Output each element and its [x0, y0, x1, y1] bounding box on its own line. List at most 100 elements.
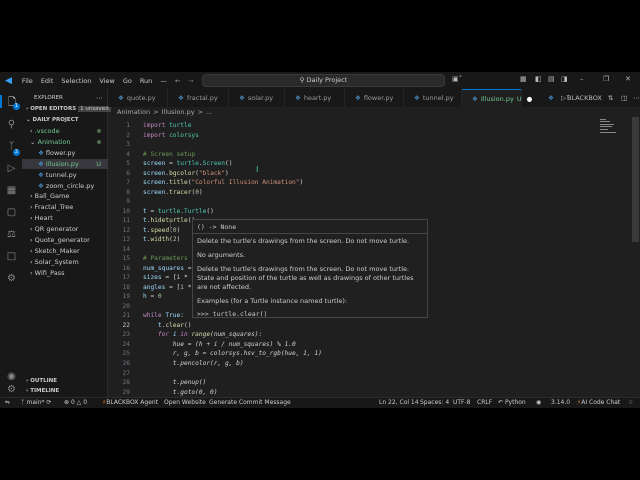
explorer-icon[interactable]: 🗋 1	[0, 95, 22, 110]
timeline-section[interactable]: › TIMELINE	[26, 386, 112, 396]
tree-folder[interactable]: ⌄ Animation	[22, 137, 108, 147]
python-version[interactable]: 3.14.0	[551, 398, 570, 408]
tab-quote[interactable]: ❖ quote.py	[108, 89, 168, 107]
tree-label: QR generator	[34, 225, 79, 234]
tree-folder[interactable]: › Quote_generator	[22, 235, 108, 245]
daily-project-section[interactable]: ⌄ DAILY PROJECT	[26, 115, 112, 125]
code-line: r, g, b = colorsys.hsv_to_rgb(hue, 1, 1)	[143, 350, 322, 357]
breadcrumb-item[interactable]: Illusion.py	[162, 108, 195, 116]
hover-desc: are not affected.	[197, 283, 252, 291]
run-debug-icon[interactable]: ▷	[5, 163, 18, 176]
open-website-button[interactable]: Open Website	[164, 398, 206, 408]
tab-fractal[interactable]: ❖ fractal.py	[168, 89, 229, 107]
code-token: import	[143, 122, 170, 129]
breadcrumb-item[interactable]: Animation	[117, 108, 150, 116]
editor-scrollbar[interactable]	[632, 117, 639, 242]
chat-icon[interactable]: □	[5, 251, 18, 264]
code-token: colorsys	[169, 131, 199, 139]
minimap[interactable]	[600, 117, 620, 137]
minimize-icon[interactable]: –	[580, 75, 584, 83]
code-token: num_squares	[143, 264, 184, 272]
menu-item[interactable]: Edit	[37, 77, 58, 85]
code-token: ()	[184, 321, 192, 329]
generate-commit-button[interactable]: Generate Commit Message	[209, 398, 291, 408]
code-token: )	[176, 226, 181, 234]
tree-folder[interactable]: › Solar_System	[22, 257, 108, 267]
blackbox-button[interactable]: BLACKBOX	[567, 94, 602, 102]
tab-illusion[interactable]: ❖ Illusion.py U ●	[462, 89, 532, 107]
code-token: width	[150, 236, 170, 244]
tree-folder[interactable]: › .vscode	[22, 126, 108, 136]
menu-item[interactable]: Run	[136, 77, 156, 85]
tree-folder[interactable]: › QR generator	[22, 224, 108, 234]
back-icon[interactable]: ←	[175, 77, 180, 85]
open-editors-section[interactable]: › OPEN EDITORS 1 unsaved	[26, 104, 112, 114]
search-icon[interactable]: ⚲	[5, 119, 18, 132]
source-control-icon[interactable]: ᛉ2	[5, 141, 20, 156]
code-token: screen	[143, 188, 166, 196]
remote-icon[interactable]: ⇋	[5, 398, 10, 408]
command-center-search[interactable]: ⚲ Daily Project	[202, 74, 445, 87]
language-mode[interactable]: ↶ Python	[498, 398, 526, 408]
tree-label: Heart	[34, 214, 53, 223]
tree-folder[interactable]: › Ball_Game	[22, 191, 108, 201]
python-env-icon[interactable]: ◉	[536, 398, 541, 408]
close-icon[interactable]: ✕	[625, 75, 631, 83]
tree-file[interactable]: ❖ zoom_circle.py	[22, 181, 108, 191]
tab-flower[interactable]: ❖ flower.py	[345, 89, 404, 107]
forward-icon[interactable]: →	[188, 77, 193, 85]
restore-icon[interactable]: ❐	[603, 75, 609, 83]
hover-summary: Delete the turtle's drawings from the sc…	[197, 237, 410, 245]
menu-item[interactable]: —	[156, 77, 171, 85]
tab-solar[interactable]: ❖ solar.py	[229, 89, 285, 107]
line-ending[interactable]: CRLF	[477, 398, 492, 408]
outline-section[interactable]: › OUTLINE	[26, 376, 112, 386]
menu-item[interactable]: Selection	[57, 77, 95, 85]
branch-button[interactable]: ᛉ main* ⟳	[21, 398, 51, 408]
tree-file[interactable]: ❖ flower.py	[22, 148, 108, 158]
unsaved-dot-icon[interactable]: ●	[527, 95, 533, 103]
tree-folder[interactable]: › Heart	[22, 213, 108, 223]
code-line: t.pencolor(r, g, b)	[143, 360, 244, 367]
menu-item[interactable]: View	[95, 77, 118, 85]
tree-label: Ball_Game	[34, 192, 70, 201]
problems-button[interactable]: ⊗ 0 △ 0	[64, 398, 87, 408]
settings-gear-icon[interactable]: ⚙	[5, 384, 18, 397]
remote-explorer-icon[interactable]: ▢	[5, 207, 18, 220]
split-editor-icon[interactable]: ◫	[621, 94, 627, 102]
tree-folder[interactable]: › Wifi_Pass	[22, 268, 108, 278]
breadcrumb-item[interactable]: ...	[206, 108, 212, 116]
python-file-icon: ❖	[178, 94, 184, 102]
more-actions-icon[interactable]: ⋯	[633, 94, 640, 102]
account-icon[interactable]: ◉	[5, 371, 18, 384]
toggle-panel-icon[interactable]: ▤	[548, 75, 555, 83]
blackbox-agent-button[interactable]: ⚡BLACKBOX Agent	[102, 398, 158, 408]
tab-tunnel[interactable]: ❖ tunnel.py	[404, 89, 462, 107]
cursor-position[interactable]: Ln 22, Col 14	[379, 398, 419, 408]
compare-icon[interactable]: ⇅	[608, 94, 613, 102]
tree-file[interactable]: ❖ tunnel.py	[22, 170, 108, 180]
encoding[interactable]: UTF-8	[453, 398, 471, 408]
notifications-bell-icon[interactable]: ♢	[628, 398, 633, 408]
tree-label: tunnel.py	[45, 170, 77, 179]
layout-icon[interactable]: ▦	[520, 75, 527, 83]
tab-heart[interactable]: ❖ heart.py	[285, 89, 345, 107]
menu-item[interactable]: Go	[119, 77, 136, 85]
extensions-icon[interactable]: ▦	[5, 185, 18, 198]
menu-item[interactable]: File	[18, 77, 37, 85]
tree-folder[interactable]: › Fractal_Tree	[22, 202, 108, 212]
ai-code-chat-button[interactable]: ⚡AI Code Chat	[577, 398, 620, 408]
breadcrumb-separator: >	[197, 108, 204, 116]
tree-folder[interactable]: › Sketch_Maker	[22, 246, 108, 256]
extension-icon[interactable]: ⚙	[5, 273, 18, 286]
indent-guide	[170, 222, 171, 232]
copilot-icon[interactable]: ▣˅	[452, 75, 462, 83]
toggle-secondary-sidebar-icon[interactable]: ◨	[561, 75, 568, 83]
toggle-sidebar-icon[interactable]: ◧	[535, 75, 542, 83]
testing-icon[interactable]: ⚖	[5, 229, 18, 242]
line-number: 2	[126, 131, 130, 139]
hover-example-code: >>> turtle.clear()	[197, 310, 268, 318]
indentation[interactable]: Spaces: 4	[420, 398, 449, 408]
tree-file[interactable]: ❖ Illusion.py U	[22, 158, 108, 169]
more-actions-icon[interactable]: ⋯	[96, 93, 106, 103]
